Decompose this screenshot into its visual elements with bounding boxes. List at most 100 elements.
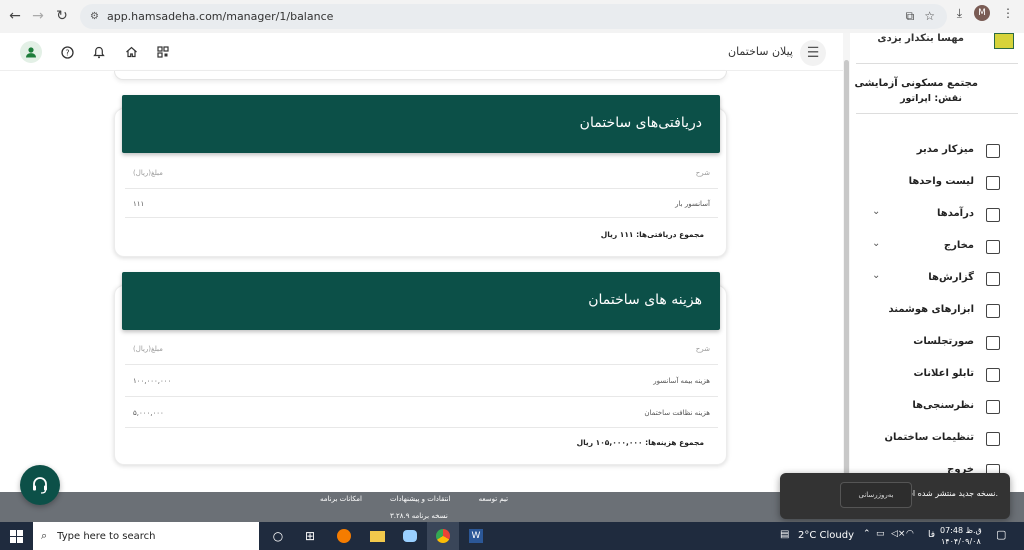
browser-toolbar: ← → ↻ ⚙ app.hamsadeha.com/manager/1/bala… <box>0 0 1024 33</box>
chart-icon <box>986 400 1000 414</box>
system-clock[interactable]: 07:48 ق.ظ ۱۴۰۴/۰۹/۰۸ <box>940 525 982 547</box>
speaker-muted-icon[interactable]: ◁× <box>891 529 905 539</box>
wifi-icon[interactable]: ◠ <box>906 529 914 539</box>
windows-taskbar: ⌕ Type here to search ○ ⊞ W ▤ 2°C Cloudy… <box>0 522 1024 550</box>
row-amount: ۱۱۱ <box>133 200 145 208</box>
sidebar-item-label: صورتجلسات <box>913 336 974 347</box>
footer-link-team[interactable]: تیم توسعه <box>479 495 509 503</box>
sidebar-item-building-settings[interactable]: تنظیمات ساختمان <box>850 428 1024 450</box>
sidebar-item-label: ابزارهای هوشمند <box>888 304 974 315</box>
document-icon <box>986 336 1000 350</box>
firefox-icon[interactable] <box>328 522 360 550</box>
tray-expand-icon[interactable]: ⌃ <box>863 529 871 539</box>
footer-link-features[interactable]: امکانات برنامه <box>320 495 362 503</box>
receipts-card-header: دریافتی‌های ساختمان <box>122 95 720 153</box>
sidebar-item-minutes[interactable]: صورتجلسات <box>850 332 1024 354</box>
app-logo <box>994 33 1014 49</box>
url-text: app.hamsadeha.com/manager/1/balance <box>106 10 334 23</box>
card-icon <box>986 240 1000 254</box>
weather-text[interactable]: 2°C Cloudy <box>798 530 854 541</box>
site-info-icon[interactable]: ⚙ <box>90 11 99 22</box>
keyboard-language[interactable]: فا <box>928 530 935 540</box>
row-description: هزینه نظافت ساختمان <box>644 409 710 417</box>
notification-bell-icon[interactable] <box>89 42 109 62</box>
row-description: آسانسور بار <box>675 200 710 208</box>
help-icon[interactable]: ? <box>57 42 77 62</box>
chevron-down-icon: ⌄ <box>872 238 881 249</box>
sidebar-item-label: لیست واحدها <box>908 176 974 187</box>
divider <box>125 217 718 218</box>
app-version: نسخه برنامه ۳.۲۸.۹ <box>390 512 448 520</box>
home-icon[interactable] <box>121 42 141 62</box>
building-icon <box>986 176 1000 190</box>
sidebar-item-notice-board[interactable]: تابلو اعلانات <box>850 364 1024 386</box>
forward-icon[interactable]: → <box>25 3 51 29</box>
sidebar-item-dashboard[interactable]: میزکار مدیر <box>850 140 1024 162</box>
update-button[interactable]: به‌روزرسانی <box>840 482 912 508</box>
user-icon[interactable] <box>20 41 42 63</box>
divider <box>856 63 1018 64</box>
file-explorer-icon[interactable] <box>361 522 393 550</box>
widgets-icon[interactable]: ⊞ <box>294 522 326 550</box>
search-icon: ⌕ <box>41 529 48 542</box>
word-icon[interactable]: W <box>460 522 492 550</box>
clock-date: ۱۴۰۴/۰۹/۰۸ <box>941 537 981 546</box>
update-toast: نسخه جدید منتشر شده است. به‌روزرسانی <box>780 473 1010 519</box>
weather-icon[interactable]: ▤ <box>780 529 789 540</box>
clock-time: 07:48 ق.ظ <box>940 526 982 535</box>
expenses-title: هزینه های ساختمان <box>588 292 702 308</box>
column-description: شرح <box>695 169 710 177</box>
receipts-title: دریافتی‌های ساختمان <box>579 115 702 131</box>
qr-code-icon[interactable] <box>153 42 173 62</box>
browser-menu-icon[interactable]: ⋮ <box>1002 6 1014 20</box>
bookmark-star-icon[interactable]: ☆ <box>924 9 935 24</box>
footer: امکانات برنامه انتقادات و پیشنهادات تیم … <box>0 492 843 522</box>
notification-center-icon[interactable]: ▢ <box>996 528 1006 541</box>
column-description: شرح <box>695 345 710 353</box>
sidebar-item-expenses[interactable]: ⌄ مخارج <box>850 236 1024 258</box>
svg-text:?: ? <box>65 48 69 57</box>
windows-start-icon[interactable] <box>0 522 32 550</box>
column-amount: مبلغ(ریال) <box>133 169 163 177</box>
download-icon[interactable]: ⤓ <box>957 6 962 21</box>
row-amount: ۱۰۰,۰۰۰,۰۰۰ <box>133 377 172 385</box>
scrollbar-thumb[interactable] <box>844 60 849 475</box>
install-app-icon[interactable]: ⧉ <box>906 9 915 24</box>
task-view-icon[interactable]: ○ <box>262 522 294 550</box>
sidebar-item-label: گزارش‌ها <box>928 272 974 283</box>
sidebar-item-surveys[interactable]: نظرسنجی‌ها <box>850 396 1024 418</box>
building-plan-title: پیلان ساختمان <box>728 45 793 58</box>
sidebar-item-smart-tools[interactable]: ابزارهای هوشمند <box>850 300 1024 322</box>
reload-icon[interactable]: ↻ <box>49 3 75 29</box>
headset-icon <box>33 477 47 494</box>
row-description: هزینه بیمه آسانسور <box>653 377 710 385</box>
sidebar-item-label: میزکار مدیر <box>916 144 974 155</box>
sidebar-item-income[interactable]: ⌄ درآمدها <box>850 204 1024 226</box>
profile-avatar[interactable]: M <box>974 5 990 21</box>
complex-name: مجتمع مسکونی آزمایشی <box>854 78 978 89</box>
chevron-down-icon: ⌄ <box>872 270 881 281</box>
settings-list-icon <box>986 432 1000 446</box>
address-bar[interactable]: ⚙ app.hamsadeha.com/manager/1/balance ⧉ … <box>80 4 947 29</box>
dashboard-icon <box>986 144 1000 158</box>
expenses-card: هزینه های ساختمان شرح مبلغ(ریال) هزینه ب… <box>114 272 727 465</box>
footer-link-feedback[interactable]: انتقادات و پیشنهادات <box>390 495 451 503</box>
sidebar: مهسا بنکدار یزدی مجتمع مسکونی آزمایشی نق… <box>850 33 1024 492</box>
battery-icon[interactable]: ▭ <box>876 529 885 539</box>
support-headset-button[interactable] <box>20 465 60 505</box>
chrome-icon[interactable] <box>427 522 459 550</box>
taskbar-search-input[interactable]: ⌕ Type here to search <box>33 522 259 550</box>
receipts-total: مجموع دریافتی‌ها: ۱۱۱ ریال <box>600 230 704 239</box>
chevron-down-icon: ⌄ <box>872 206 881 217</box>
hamburger-menu-icon[interactable]: ☰ <box>800 40 826 66</box>
paint-icon[interactable] <box>394 522 426 550</box>
expenses-card-header: هزینه های ساختمان <box>122 272 720 330</box>
divider <box>125 188 718 189</box>
sidebar-item-units[interactable]: لیست واحدها <box>850 172 1024 194</box>
divider <box>856 113 1018 114</box>
sidebar-item-label: درآمدها <box>937 208 974 219</box>
sidebar-item-label: نظرسنجی‌ها <box>912 400 974 411</box>
expenses-total: مجموع هزینه‌ها: ۱۰۵,۰۰۰,۰۰۰ ریال <box>576 438 704 447</box>
sidebar-item-reports[interactable]: ⌄ گزارش‌ها <box>850 268 1024 290</box>
sidebar-item-label: تابلو اعلانات <box>913 368 974 379</box>
